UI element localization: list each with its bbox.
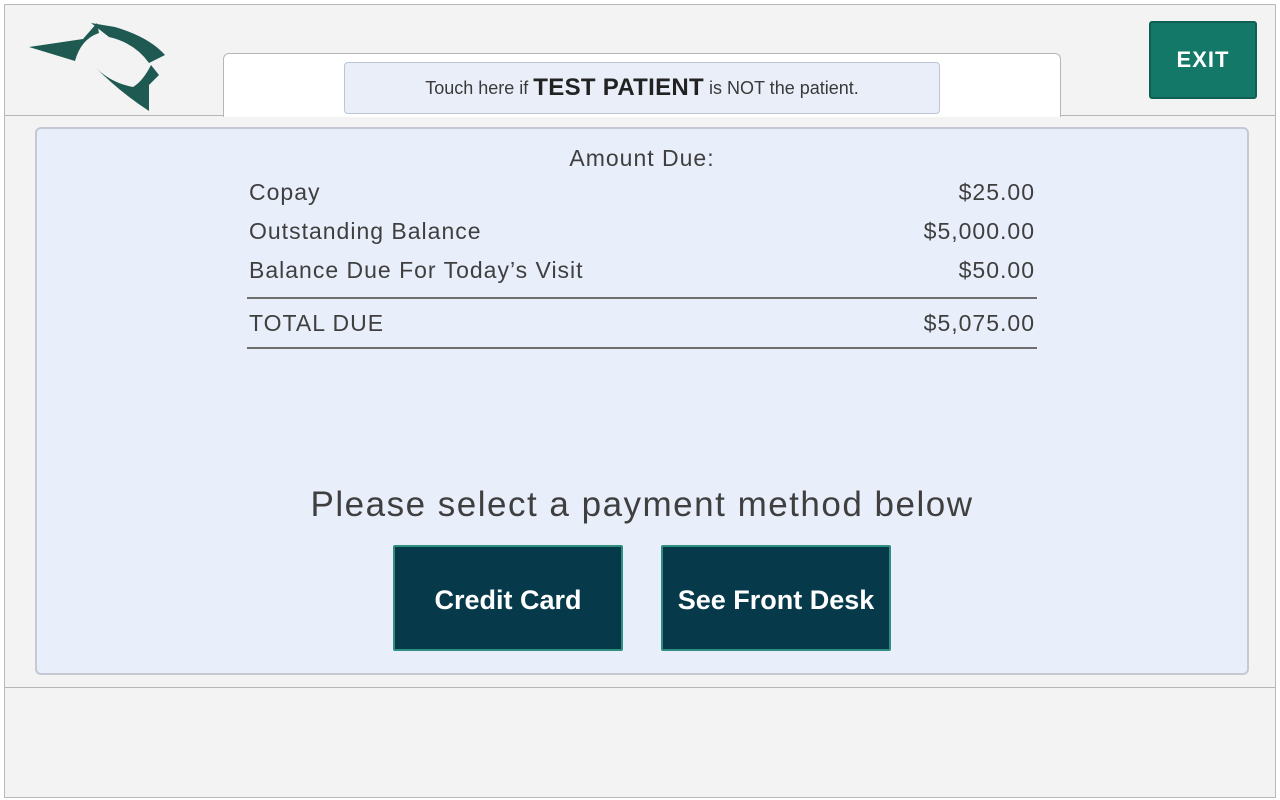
fee-row-outstanding: Outstanding Balance $5,000.00 — [247, 212, 1037, 251]
banner-suffix: is NOT the patient. — [709, 77, 859, 98]
fee-label: Balance Due For Today’s Visit — [249, 257, 584, 283]
fee-label: Outstanding Balance — [249, 218, 482, 244]
fee-row-copay: Copay $25.00 — [247, 173, 1037, 212]
fee-row-today: Balance Due For Today’s Visit $50.00 — [247, 251, 1037, 290]
see-front-desk-button[interactable]: See Front Desk — [661, 545, 891, 651]
fee-label: Copay — [249, 179, 321, 205]
total-label: TOTAL DUE — [249, 309, 385, 336]
kiosk-frame: Touch here if TEST PATIENT is NOT the pa… — [4, 4, 1276, 798]
total-bottom-divider — [247, 347, 1037, 349]
front-desk-label: See Front Desk — [677, 585, 875, 615]
total-divider — [247, 297, 1037, 299]
total-amount: $5,075.00 — [923, 309, 1035, 336]
patient-tab: Touch here if TEST PATIENT is NOT the pa… — [223, 53, 1061, 117]
fee-amount: $50.00 — [958, 257, 1035, 283]
credit-card-button[interactable]: Credit Card — [393, 545, 623, 651]
wrong-patient-banner[interactable]: Touch here if TEST PATIENT is NOT the pa… — [344, 62, 940, 114]
patient-name: TEST PATIENT — [533, 74, 705, 101]
credit-card-label: Credit Card — [434, 585, 582, 615]
payment-prompt: Please select a payment method below — [310, 485, 974, 524]
total-row: TOTAL DUE $5,075.00 — [247, 301, 1037, 345]
amount-due-title: Amount Due: — [569, 145, 715, 171]
footer-divider — [5, 687, 1275, 688]
banner-prefix: Touch here if — [425, 77, 529, 98]
payment-panel: Amount Due: Copay $25.00 Outstanding Bal… — [35, 127, 1249, 675]
fee-table: Copay $25.00 Outstanding Balance $5,000.… — [247, 173, 1037, 349]
exit-button[interactable]: EXIT — [1149, 21, 1257, 99]
fee-amount: $25.00 — [958, 179, 1035, 205]
clinic-logo-icon — [29, 23, 165, 111]
fee-amount: $5,000.00 — [923, 218, 1035, 244]
